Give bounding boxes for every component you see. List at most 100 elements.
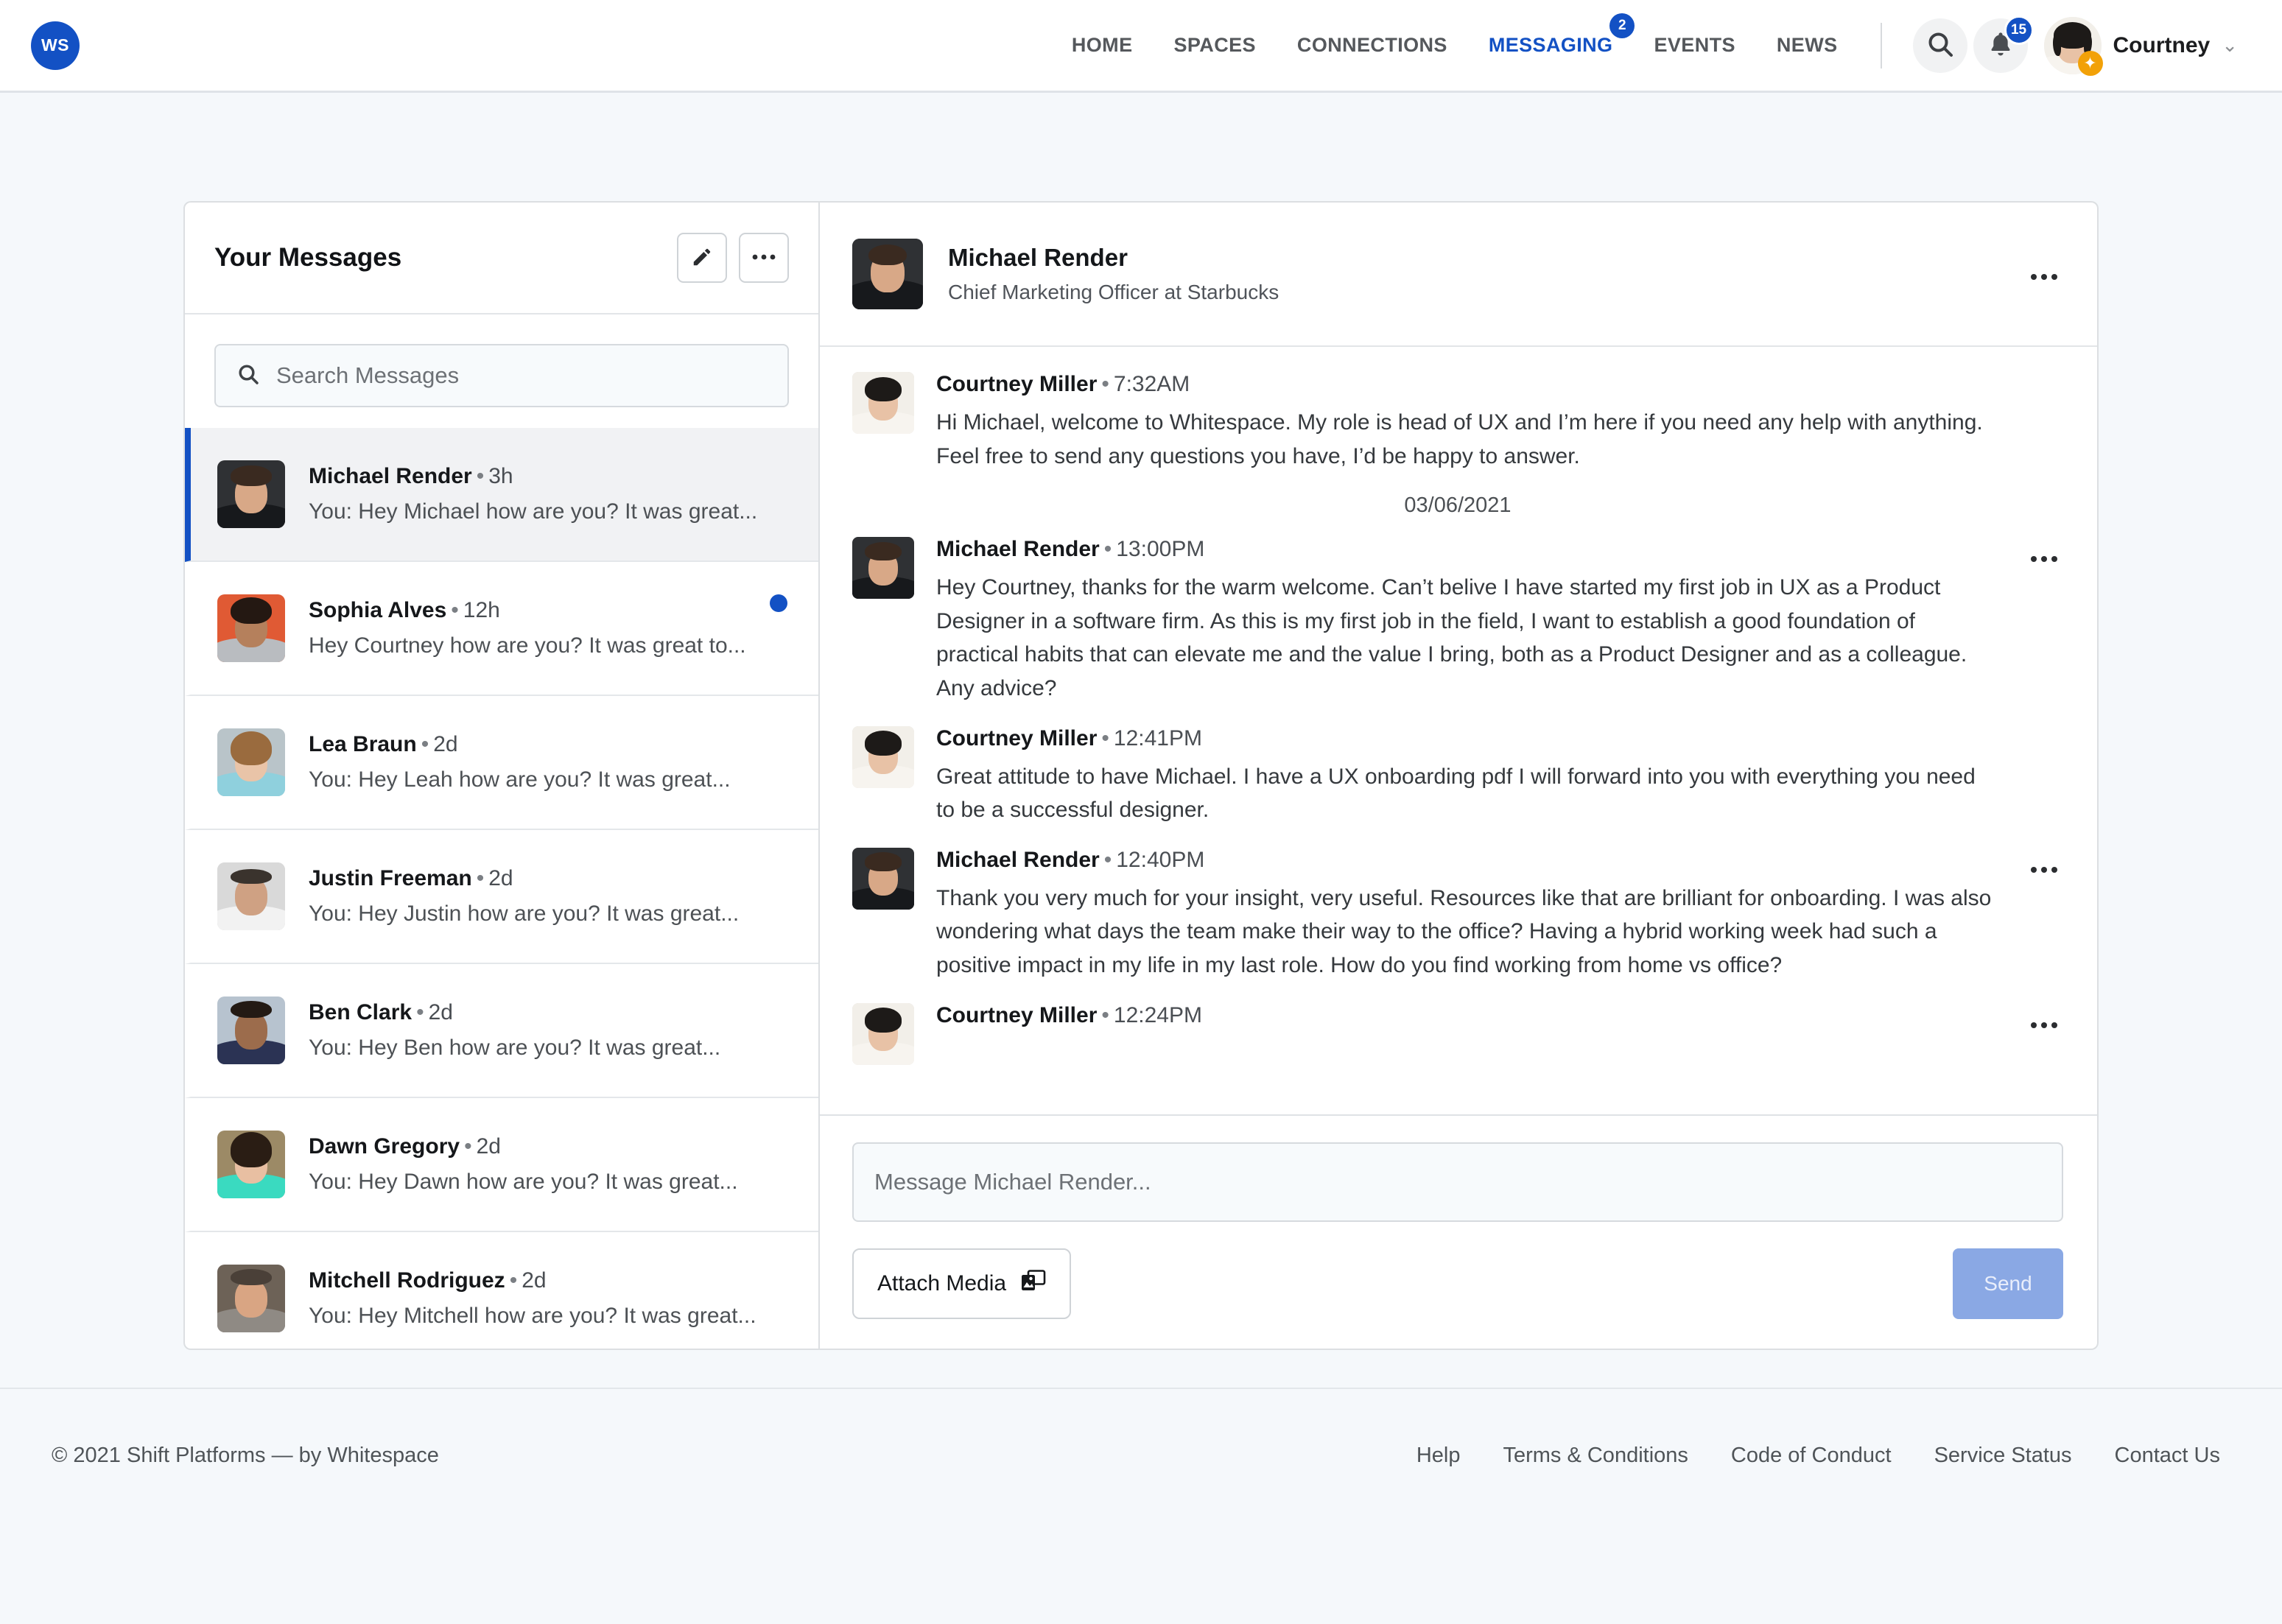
footer-link[interactable]: Service Status xyxy=(1934,1444,2072,1468)
message-author-avatar xyxy=(852,1002,914,1065)
messaging-shell: Your Messages Search Messages Michael Re… xyxy=(183,201,2099,1350)
nav-link-label: NEWS xyxy=(1776,34,1838,56)
nav-link-home[interactable]: HOME xyxy=(1072,34,1133,57)
conversation-list-item[interactable]: Mitchell Rodriguez • 2d You: Hey Mitchell h… xyxy=(185,1232,818,1349)
conversation-list-item[interactable]: Justin Freeman • 2d You: Hey Justin how are… xyxy=(185,830,818,964)
nav-link-connections[interactable]: CONNECTIONS xyxy=(1297,34,1447,57)
message-author: Courtney Miller xyxy=(936,1002,1098,1027)
contact-name: Ben Clark xyxy=(309,1000,412,1024)
user-menu[interactable]: ✦ Courtney ⌄ xyxy=(2043,16,2238,76)
conversation-list[interactable]: Michael Render • 3h You: Hey Michael how ar… xyxy=(185,428,818,1349)
conversation-item-body: Lea Braun • 2d You: Hey Leah how are you? I… xyxy=(309,732,789,792)
ellipsis-icon xyxy=(2031,866,2057,873)
message-options-button[interactable] xyxy=(2025,1008,2063,1038)
conversation-item-meta: Dawn Gregory • 2d xyxy=(309,1134,789,1159)
messages-list-panel: Your Messages Search Messages Michael Re… xyxy=(183,201,820,1350)
message-time: 2d xyxy=(476,1134,501,1159)
separator-dot: • xyxy=(1103,537,1112,562)
message-input[interactable]: Message Michael Render... xyxy=(852,1142,2063,1222)
nav-link-spaces[interactable]: SPACES xyxy=(1173,34,1255,57)
brand-logo[interactable]: WS xyxy=(31,21,80,70)
send-button[interactable]: Send xyxy=(1953,1248,2063,1319)
message-timestamp: 12:41PM xyxy=(1113,725,1202,751)
message-item: Courtney Miller • 12:41PM Great attitude to… xyxy=(852,725,2063,827)
conversation-item-body: Justin Freeman • 2d You: Hey Justin how are… xyxy=(309,866,789,927)
message-options-button[interactable] xyxy=(2025,852,2063,882)
page-title: Your Messages xyxy=(214,243,402,272)
message-body: Hi Michael, welcome to Whitespace. My ro… xyxy=(936,410,1983,468)
conversation-item-meta: Justin Freeman • 2d xyxy=(309,866,789,891)
message-content: Courtney Miller • 12:41PM Great attitude to… xyxy=(936,726,2063,827)
conversation-list-item[interactable]: Michael Render • 3h You: Hey Michael how ar… xyxy=(185,428,818,562)
compose-message-button[interactable] xyxy=(677,233,727,283)
message-author-avatar xyxy=(852,372,914,434)
message-author-avatar xyxy=(852,847,914,910)
message-thread[interactable]: Courtney Miller • 7:32AM Hi Michael, welcom… xyxy=(820,347,2097,1114)
message-body: Thank you very much for your insight, ve… xyxy=(936,885,1992,977)
conversation-options-button[interactable] xyxy=(2025,259,2063,289)
nav-link-news[interactable]: NEWS xyxy=(1777,34,1838,57)
contact-name: Lea Braun xyxy=(309,732,417,756)
page-footer: © 2021 Shift Platforms — by Whitespace H… xyxy=(0,1388,2282,1522)
footer-link[interactable]: Code of Conduct xyxy=(1731,1444,1892,1468)
message-preview: You: Hey Michael how are you? It was gre… xyxy=(309,499,758,524)
search-button[interactable] xyxy=(1912,18,1967,73)
conversation-list-item[interactable]: Sophia Alves • 12h Hey Courtney how are you… xyxy=(185,562,818,696)
search-input[interactable]: Search Messages xyxy=(214,344,789,407)
page-body: Your Messages Search Messages Michael Re… xyxy=(0,93,2282,1522)
footer-link[interactable]: Contact Us xyxy=(2115,1444,2220,1468)
conversation-item-body: Dawn Gregory • 2d You: Hey Dawn how are you… xyxy=(309,1134,789,1195)
message-preview: You: Hey Justin how are you? It was grea… xyxy=(309,901,740,926)
contact-avatar xyxy=(217,1265,285,1332)
message-meta: Courtney Miller • 12:41PM xyxy=(936,726,1997,751)
conversation-item-meta: Lea Braun • 2d xyxy=(309,732,789,757)
separator-dot: • xyxy=(416,1000,424,1024)
footer-link[interactable]: Help xyxy=(1416,1444,1461,1468)
message-preview: You: Hey Leah how are you? It was great.… xyxy=(309,767,731,792)
separator-dot: • xyxy=(1103,847,1112,872)
date-separator: 03/06/2021 xyxy=(1404,493,1512,518)
unread-indicator xyxy=(770,594,787,612)
conversation-list-item[interactable]: Lea Braun • 2d You: Hey Leah how are you? I… xyxy=(185,696,818,830)
pencil-icon xyxy=(691,246,713,270)
messages-options-button[interactable] xyxy=(739,233,789,283)
search-placeholder: Search Messages xyxy=(276,362,460,388)
message-timestamp: 12:40PM xyxy=(1116,847,1205,872)
nav-badge-messaging: 2 xyxy=(1609,13,1635,38)
premium-badge-icon: ✦ xyxy=(2077,50,2103,76)
message-author-avatar xyxy=(852,725,914,788)
nav-actions: 15 ✦ Courtney ⌄ xyxy=(1912,15,2238,76)
message-item: Michael Render • 12:40PM Thank you very muc… xyxy=(852,847,2063,983)
message-time: 12h xyxy=(463,598,500,622)
message-timestamp: 12:24PM xyxy=(1113,1002,1202,1027)
nav-link-label: EVENTS xyxy=(1654,34,1735,56)
ellipsis-icon xyxy=(751,253,776,264)
conversation-list-item[interactable]: Ben Clark • 2d You: Hey Ben how are you? It… xyxy=(185,964,818,1098)
nav-link-messaging[interactable]: MESSAGING 2 xyxy=(1489,13,1635,57)
contact-avatar xyxy=(217,728,285,796)
footer-link[interactable]: Terms & Conditions xyxy=(1503,1444,1688,1468)
nav-link-events[interactable]: EVENTS xyxy=(1654,34,1735,57)
separator-dot: • xyxy=(509,1268,518,1293)
message-author: Courtney Miller xyxy=(936,372,1098,396)
contact-name: Dawn Gregory xyxy=(309,1134,460,1159)
chevron-down-icon: ⌄ xyxy=(2222,34,2238,56)
message-content: Courtney Miller • 12:24PM xyxy=(936,1003,2063,1065)
conversation-header-text: Michael Render Chief Marketing Officer a… xyxy=(948,244,2000,304)
message-composer: Message Michael Render... Attach Media S… xyxy=(820,1114,2097,1349)
contact-avatar xyxy=(217,996,285,1064)
separator-dot: • xyxy=(451,598,459,622)
attach-media-button[interactable]: Attach Media xyxy=(852,1248,1072,1319)
attach-media-label: Attach Media xyxy=(877,1271,1007,1296)
nav-link-label: CONNECTIONS xyxy=(1296,34,1447,56)
contact-name: Michael Render xyxy=(309,464,472,488)
messages-panel-header: Your Messages xyxy=(185,203,818,314)
message-meta: Michael Render • 12:40PM xyxy=(936,848,1997,873)
search-container: Search Messages xyxy=(185,314,818,428)
conversation-item-meta: Michael Render • 3h xyxy=(309,464,789,489)
notification-count-badge: 15 xyxy=(2004,15,2034,45)
message-content: Michael Render • 13:00PM Hey Courtney, than… xyxy=(936,537,2063,705)
notifications-button[interactable]: 15 xyxy=(1973,15,2034,73)
conversation-list-item[interactable]: Dawn Gregory • 2d You: Hey Dawn how are you… xyxy=(185,1098,818,1232)
message-options-button[interactable] xyxy=(2025,541,2063,572)
